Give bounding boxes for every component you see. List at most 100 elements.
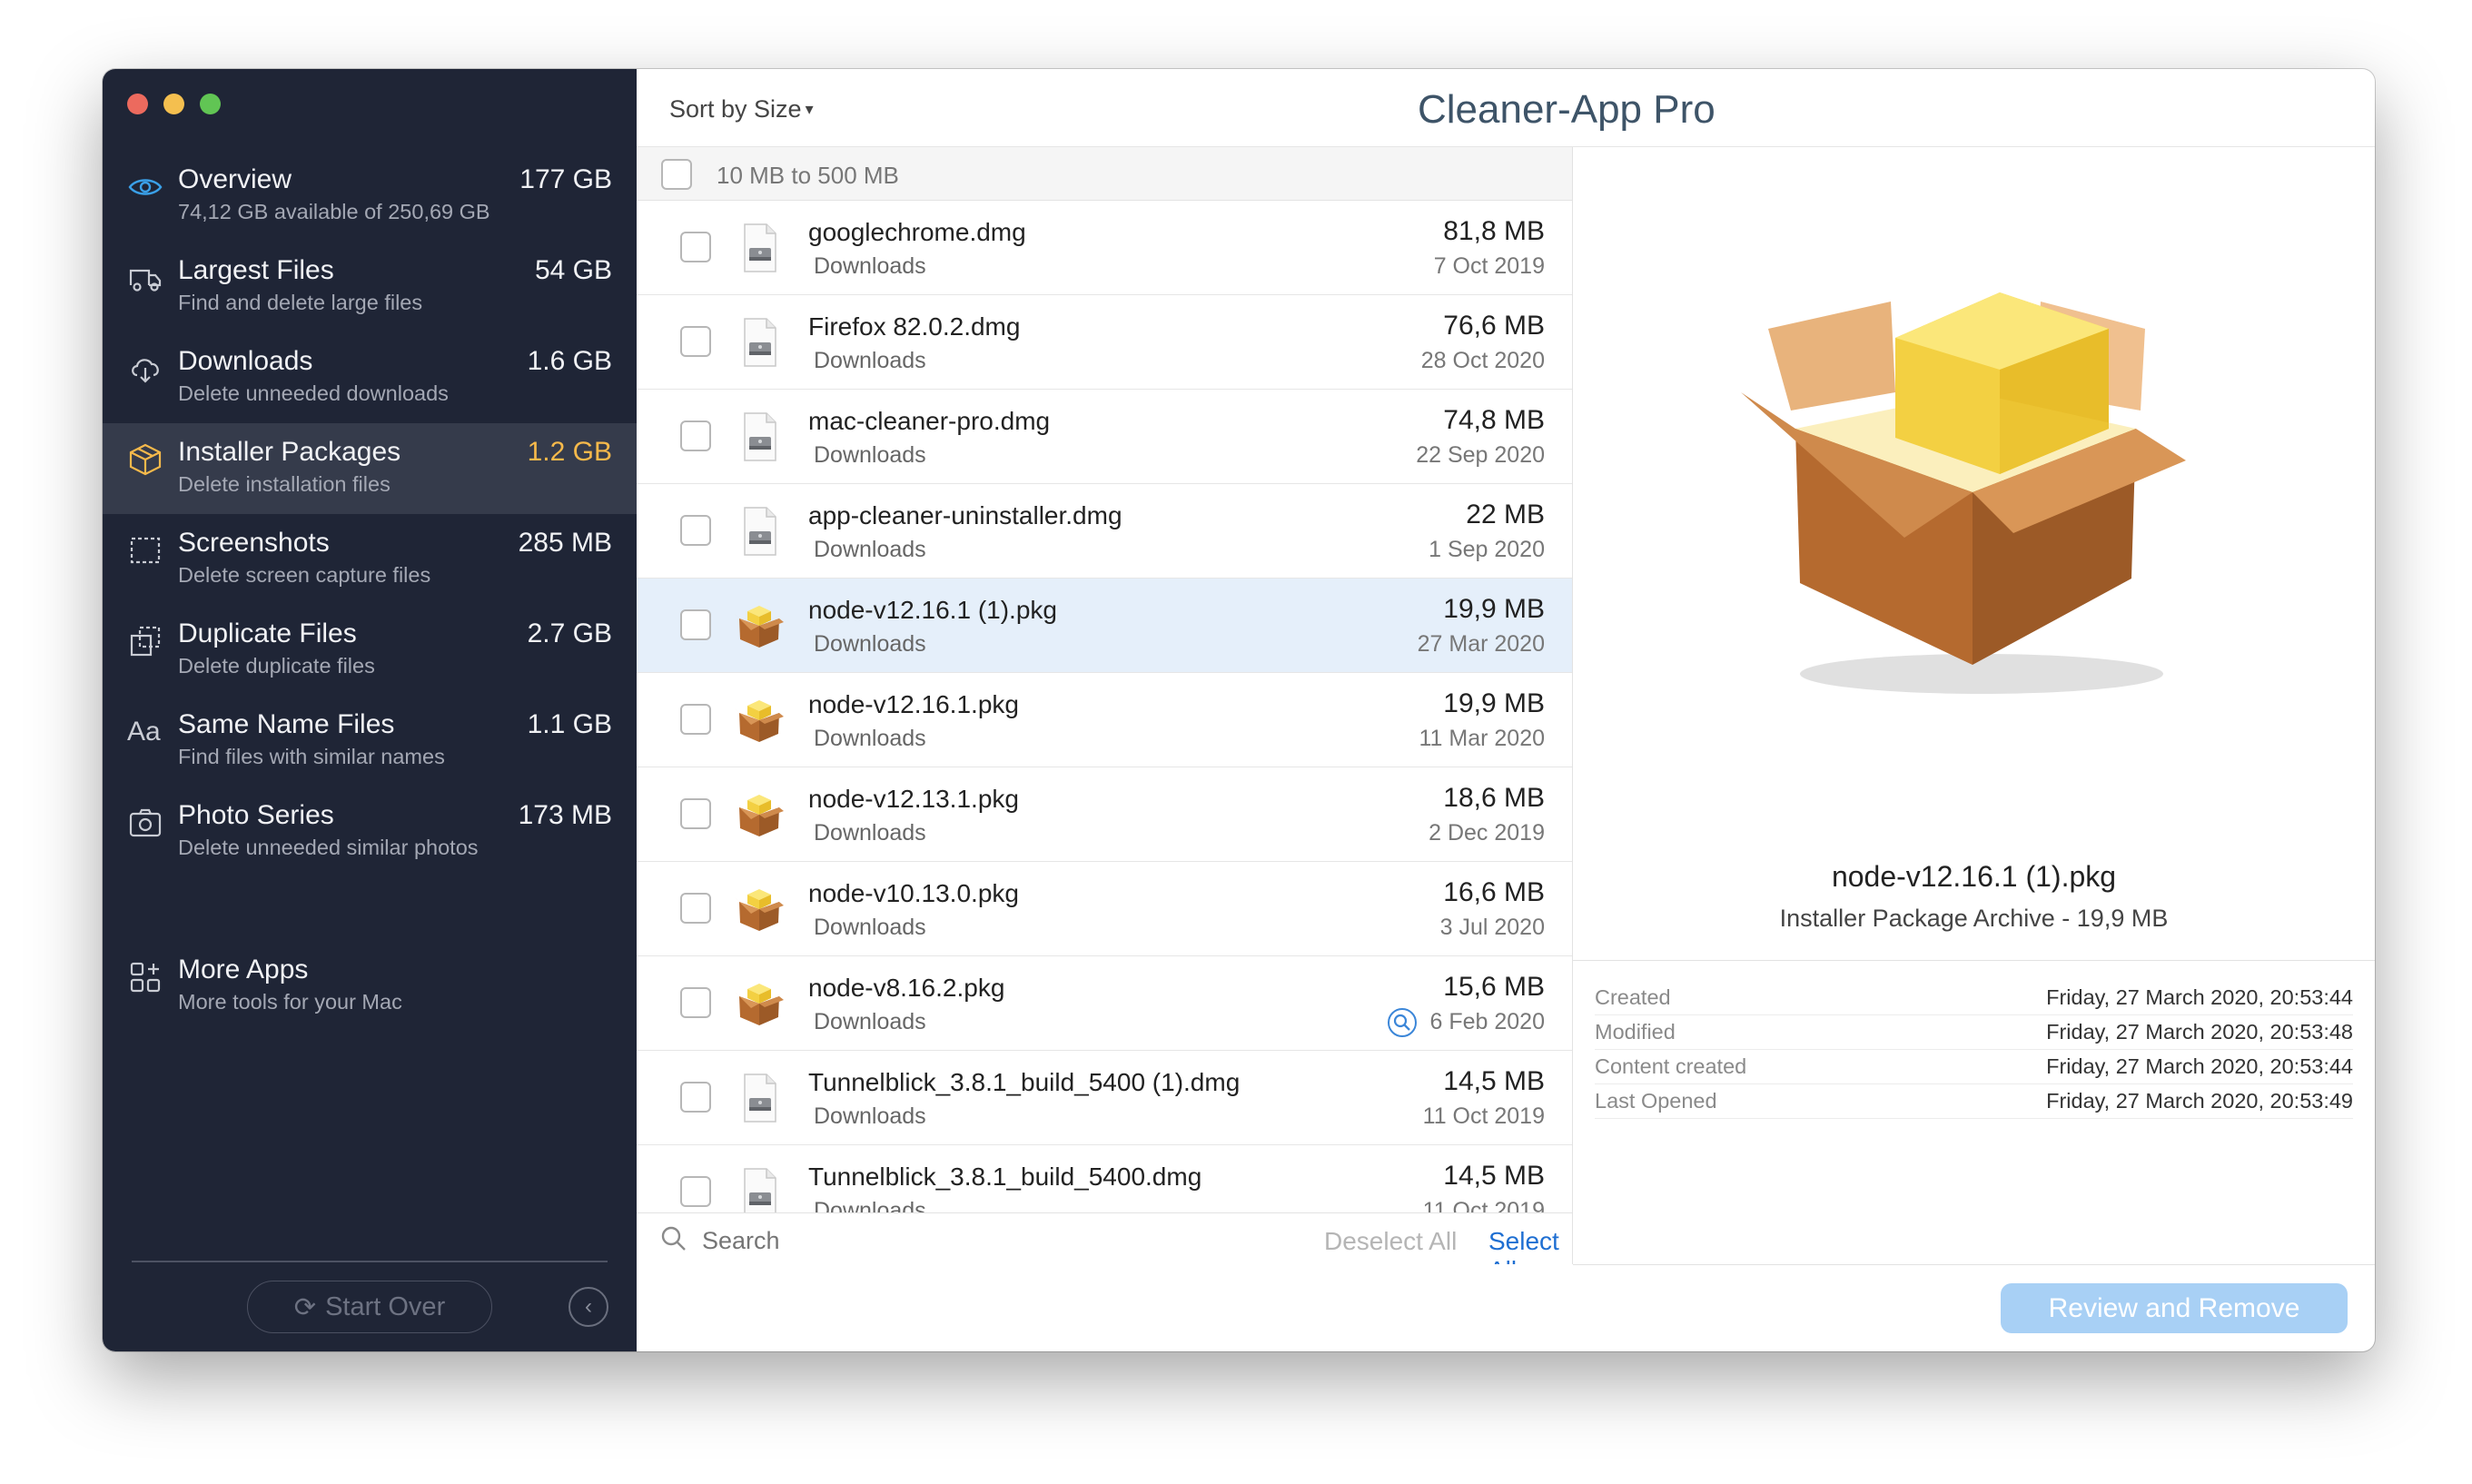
row-checkbox[interactable] (680, 1176, 711, 1207)
file-location: Downloads (814, 915, 926, 940)
meta-key: Created (1595, 985, 1671, 1009)
row-checkbox[interactable] (680, 704, 711, 735)
truck-icon (127, 260, 163, 296)
disk-image-file-icon (732, 1071, 786, 1125)
sidebar-item-same-name-files[interactable]: Aa Same Name Files 1.1 GB Find files wit… (103, 696, 637, 787)
sidebar-item-downloads[interactable]: Downloads 1.6 GB Delete unneeded downloa… (103, 332, 637, 423)
sidebar-item-overview[interactable]: Overview 177 GB 74,12 GB available of 25… (103, 151, 637, 242)
start-over-button[interactable]: ⟳ Start Over (247, 1281, 492, 1333)
sidebar-item-size: 177 GB (519, 164, 612, 194)
deselect-all-button[interactable]: Deselect All (1324, 1227, 1457, 1256)
minimize-window-button[interactable] (163, 94, 184, 114)
refresh-icon: ⟳ (293, 1292, 317, 1322)
close-window-button[interactable] (127, 94, 148, 114)
file-row[interactable]: Tunnelblick_3.8.1_build_5400 (1).dmg Down… (637, 1051, 1572, 1145)
file-name: node-v12.16.1 (1).pkg (808, 596, 1057, 624)
select-all-button[interactable]: Select All (1488, 1227, 1572, 1264)
meta-row-modified: Modified Friday, 27 March 2020, 20:53:48 (1595, 1015, 2353, 1050)
sidebar-item-subtitle: Delete installation files (178, 472, 391, 496)
file-name: node-v12.13.1.pkg (808, 785, 1019, 813)
file-name: Tunnelblick_3.8.1_build_5400 (1).dmg (808, 1068, 1241, 1096)
meta-value: Friday, 27 March 2020, 20:53:44 (2046, 985, 2353, 1009)
row-checkbox[interactable] (680, 326, 711, 357)
group-header: 10 MB to 500 MB (637, 147, 1572, 201)
reveal-in-finder-icon[interactable] (1387, 1007, 1418, 1038)
eye-icon (127, 169, 163, 205)
duplicate-icon (127, 623, 163, 659)
sidebar-item-title: Overview (178, 164, 292, 194)
cloud-download-icon (127, 351, 163, 387)
sidebar-item-size: 1.2 GB (527, 437, 612, 467)
sidebar-item-subtitle: Find files with similar names (178, 745, 445, 768)
chevron-down-icon: ▾ (805, 100, 814, 118)
sidebar: Overview 177 GB 74,12 GB available of 25… (103, 69, 637, 1351)
main-area: Sort by Size ▾ Cleaner-App Pro 10 MB to 5… (637, 69, 2375, 1351)
app-title: Cleaner-App Pro (1418, 87, 1716, 132)
sidebar-item-installer-packages[interactable]: Installer Packages 1.2 GB Delete install… (103, 423, 637, 514)
row-checkbox[interactable] (680, 515, 711, 546)
row-checkbox[interactable] (680, 609, 711, 640)
review-and-remove-button[interactable]: Review and Remove (2001, 1283, 2348, 1333)
sidebar-item-duplicate-files[interactable]: Duplicate Files 2.7 GB Delete duplicate … (103, 605, 637, 696)
group-label: 10 MB to 500 MB (717, 162, 899, 189)
zoom-window-button[interactable] (200, 94, 221, 114)
sidebar-item-size: 2.7 GB (527, 618, 612, 648)
file-location: Downloads (814, 253, 926, 279)
sidebar-item-size: 173 MB (518, 800, 612, 830)
file-row[interactable]: node-v10.13.0.pkg Downloads 16,6 MB 3 Jul 2… (637, 862, 1572, 956)
file-date: 22 Sep 2020 (1416, 442, 1545, 468)
toolbar: Sort by Size ▾ Cleaner-App Pro (637, 69, 2375, 147)
sidebar-item-subtitle: Find and delete large files (178, 291, 423, 314)
file-row[interactable]: node-v8.16.2.pkg Downloads 15,6 MB 6 Feb 20… (637, 956, 1572, 1051)
file-date: 1 Sep 2020 (1429, 537, 1545, 562)
disk-image-file-icon (732, 504, 786, 559)
file-size: 81,8 MB (1443, 216, 1545, 246)
sidebar-item-title: Photo Series (178, 800, 334, 830)
sort-dropdown[interactable]: Sort by Size ▾ (669, 95, 814, 124)
file-size: 15,6 MB (1443, 972, 1545, 1002)
search-input[interactable] (702, 1227, 884, 1255)
file-row[interactable]: node-v12.16.1.pkg Downloads 19,9 MB 11 Mar … (637, 673, 1572, 767)
sidebar-item-title: Screenshots (178, 528, 330, 558)
sidebar-item-largest-files[interactable]: Largest Files 54 GB Find and delete larg… (103, 242, 637, 332)
row-checkbox[interactable] (680, 798, 711, 829)
file-row[interactable]: Firefox 82.0.2.dmg Downloads 76,6 MB 28 Oct… (637, 295, 1572, 390)
sidebar-item-subtitle: More tools for your Mac (178, 990, 402, 1014)
chevron-left-icon: ‹ (585, 1294, 592, 1319)
detail-metadata: Created Friday, 27 March 2020, 20:53:44 … (1595, 981, 2353, 1119)
file-row[interactable]: node-v12.13.1.pkg Downloads 18,6 MB 2 Dec 2… (637, 767, 1572, 862)
sidebar-item-size: 1.6 GB (527, 346, 612, 376)
row-checkbox[interactable] (680, 987, 711, 1018)
row-checkbox[interactable] (680, 893, 711, 924)
row-checkbox[interactable] (680, 232, 711, 262)
sidebar-item-screenshots[interactable]: Screenshots 285 MB Delete screen capture… (103, 514, 637, 605)
app-window: Overview 177 GB 74,12 GB available of 25… (103, 69, 2375, 1351)
meta-row-content-created: Content created Friday, 27 March 2020, 2… (1595, 1050, 2353, 1084)
file-location: Downloads (814, 631, 926, 657)
sort-label: Sort by Size (669, 95, 802, 123)
file-name: node-v10.13.0.pkg (808, 879, 1019, 907)
sidebar-item-photo-series[interactable]: Photo Series 173 MB Delete unneeded simi… (103, 787, 637, 877)
disk-image-file-icon (732, 1165, 786, 1220)
file-row[interactable]: googlechrome.dmg Downloads 81,8 MB 7 Oct 20… (637, 201, 1572, 295)
file-date: 7 Oct 2019 (1433, 253, 1545, 279)
file-row[interactable]: node-v12.16.1 (1).pkg Downloads 19,9 MB 27 … (637, 579, 1572, 673)
file-size: 16,6 MB (1443, 877, 1545, 907)
row-checkbox[interactable] (680, 1082, 711, 1113)
camera-icon (127, 805, 163, 841)
search-icon (659, 1224, 688, 1253)
meta-key: Last Opened (1595, 1089, 1717, 1113)
group-checkbox[interactable] (661, 159, 692, 190)
sidebar-item-size: 285 MB (518, 528, 612, 558)
file-row[interactable]: mac-cleaner-pro.dmg Downloads 74,8 MB 22 Se… (637, 390, 1572, 484)
collapse-sidebar-button[interactable]: ‹ (569, 1287, 608, 1327)
file-row[interactable]: app-cleaner-uninstaller.dmg Downloads 22 M… (637, 484, 1572, 579)
row-checkbox[interactable] (680, 420, 711, 451)
file-location: Downloads (814, 820, 926, 846)
file-size: 76,6 MB (1443, 311, 1545, 341)
sidebar-item-more-apps[interactable]: More Apps More tools for your Mac (103, 941, 637, 1014)
meta-row-last-opened: Last Opened Friday, 27 March 2020, 20:53… (1595, 1084, 2353, 1119)
file-location: Downloads (814, 1009, 926, 1034)
file-location: Downloads (814, 348, 926, 373)
file-size: 19,9 MB (1443, 594, 1545, 624)
